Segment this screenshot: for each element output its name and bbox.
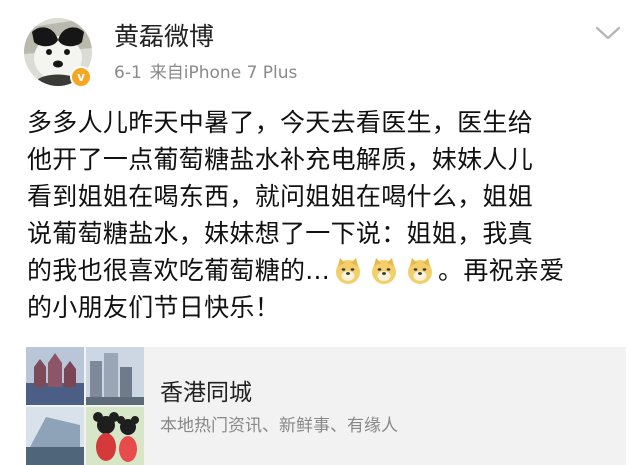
city-collage-image [26, 347, 144, 465]
user-name[interactable]: 黄磊微博 [114, 22, 214, 52]
post-text-line: 的小朋友们节日快乐！ [27, 293, 281, 322]
post-source[interactable]: 来自iPhone 7 Plus [150, 63, 298, 83]
post-text-line: 说葡萄糖盐水，妹妹想了一下说：姐姐，我真 [27, 219, 534, 248]
doge-emoji-icon [406, 257, 434, 285]
post-text-line: 多多人儿昨天中暑了，今天去看医生，医生给 [27, 108, 534, 137]
post-text-line: 的我也很喜欢吃葡萄糖的... 。再祝亲爱 [27, 252, 627, 289]
post-date: 6-1 [114, 63, 142, 83]
post-text-segment: 的我也很喜欢吃葡萄糖的... [27, 256, 331, 285]
post-header: v 黄磊微博 6-1 来自iPhone 7 Plus [0, 0, 640, 100]
card-description: 本地热门资讯、新鲜事、有缘人 [160, 416, 398, 436]
post-text-line: 他开了一点葡萄糖盐水补充电解质，妹妹人儿 [27, 145, 534, 174]
link-card[interactable]: 香港同城 本地热门资讯、新鲜事、有缘人 [26, 347, 626, 465]
chevron-down-icon [595, 26, 621, 40]
post-text: 多多人儿昨天中暑了，今天去看医生，医生给 他开了一点葡萄糖盐水补充电解质，妹妹人… [27, 104, 627, 326]
card-thumbnail [26, 347, 144, 465]
verified-badge-icon: v [70, 66, 92, 88]
more-options-button[interactable] [594, 24, 622, 42]
post-text-segment: 。再祝亲爱 [438, 256, 565, 285]
doge-emoji-icon [370, 257, 398, 285]
post-text-line: 看到姐姐在喝东西，就问姐姐在喝什么，姐姐 [27, 182, 534, 211]
doge-emoji-icon [334, 257, 362, 285]
post-meta: 6-1 来自iPhone 7 Plus [114, 62, 297, 84]
card-title[interactable]: 香港同城 [160, 379, 252, 407]
